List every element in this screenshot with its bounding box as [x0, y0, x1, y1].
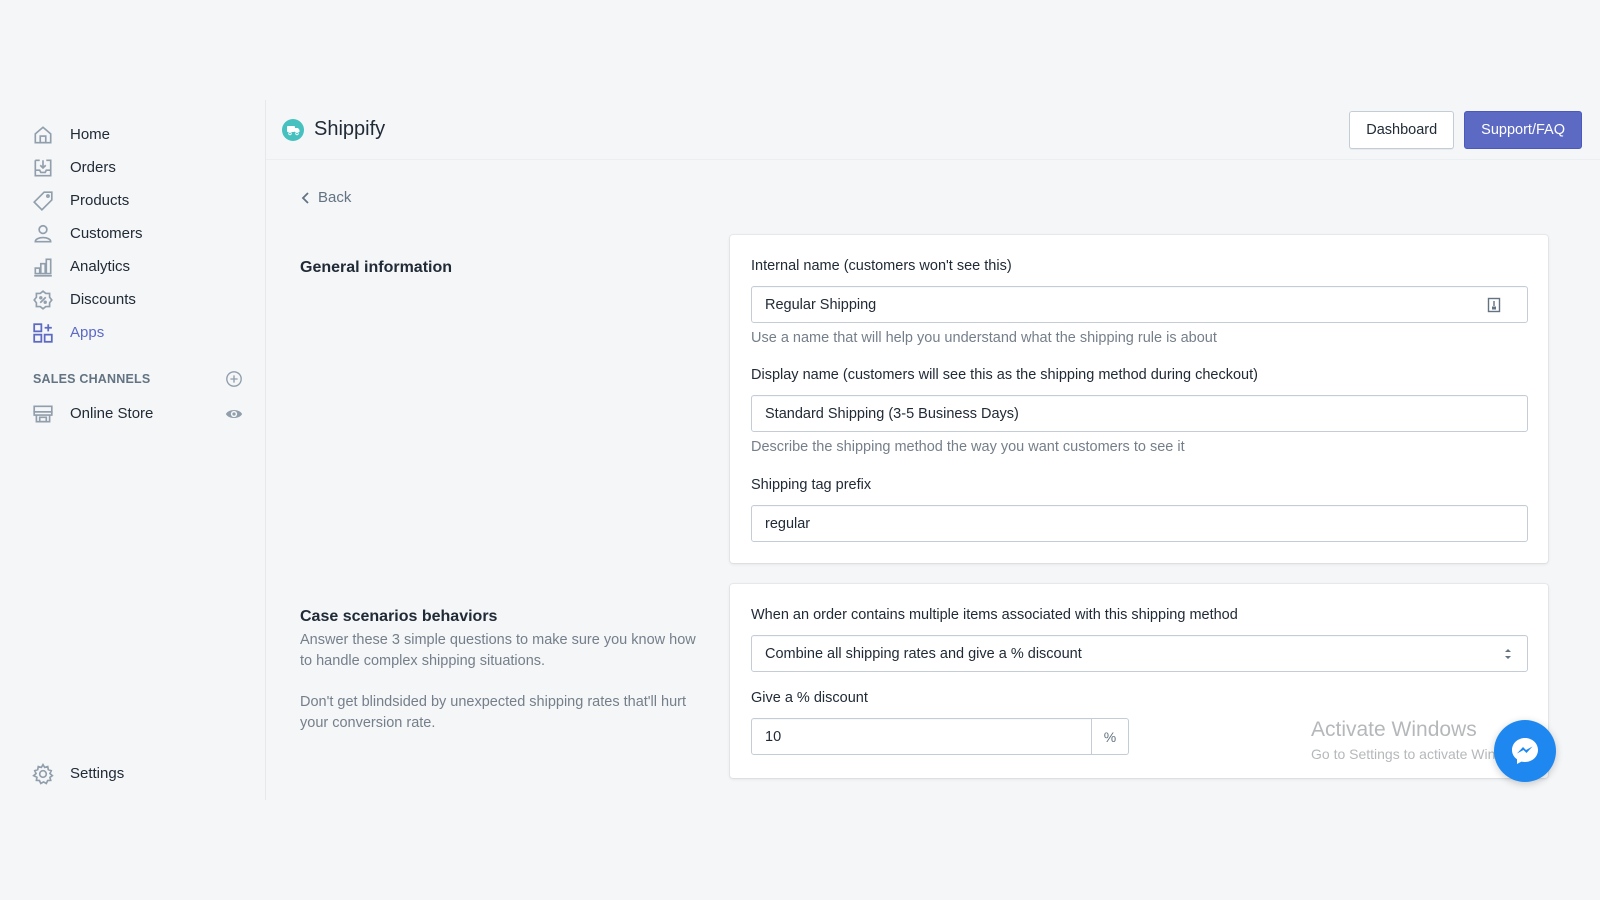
display-name-label: Display name (customers will see this as…: [751, 367, 1258, 383]
multiple-items-label: When an order contains multiple items as…: [751, 607, 1238, 623]
case-scenarios-title: Case scenarios behaviors: [300, 608, 498, 625]
sidebar-item-label: Products: [70, 192, 130, 209]
sidebar-item-online-store[interactable]: Online Store: [0, 397, 153, 430]
password-manager-icon[interactable]: [1487, 297, 1501, 313]
sidebar-item-label: Apps: [70, 324, 105, 341]
sidebar-item-label: Discounts: [70, 291, 136, 308]
tag-prefix-value: regular: [765, 515, 811, 532]
sidebar-item-customers[interactable]: Customers: [0, 217, 265, 250]
internal-name-help: Use a name that will help you understand…: [751, 330, 1217, 346]
online-store-row: Online Store: [0, 397, 265, 430]
sales-channels-title: SALES CHANNELS: [33, 372, 151, 386]
sidebar-item-label: Customers: [70, 225, 143, 242]
display-name-input[interactable]: Standard Shipping (3-5 Business Days): [751, 395, 1528, 432]
header-actions: Dashboard Support/FAQ: [1349, 111, 1582, 149]
discount-input-group: 10 %: [751, 718, 1129, 755]
shippify-logo-icon: [282, 118, 304, 141]
select-arrows-icon: [1505, 649, 1511, 659]
sidebar-item-analytics[interactable]: Analytics: [0, 250, 265, 283]
discount-input[interactable]: 10: [751, 718, 1092, 755]
sidebar-item-discounts[interactable]: Discounts: [0, 283, 265, 316]
display-name-help: Describe the shipping method the way you…: [751, 439, 1185, 455]
home-icon: [32, 124, 54, 146]
dashboard-button[interactable]: Dashboard: [1349, 111, 1455, 149]
sidebar-item-label: Online Store: [70, 405, 154, 422]
messenger-icon: [1512, 738, 1538, 764]
percent-suffix: %: [1092, 718, 1129, 755]
add-sales-channel-icon[interactable]: [225, 370, 243, 388]
customer-icon: [32, 223, 54, 245]
sidebar-item-label: Orders: [70, 159, 116, 176]
discount-label: Give a % discount: [751, 690, 868, 706]
display-name-value: Standard Shipping (3-5 Business Days): [765, 405, 1019, 422]
apps-icon: [32, 322, 54, 344]
sidebar-item-label: Settings: [70, 765, 125, 782]
view-store-eye-icon[interactable]: [225, 405, 243, 423]
discount-icon: [32, 289, 54, 311]
tag-icon: [32, 190, 54, 212]
chevron-left-icon: [301, 191, 309, 204]
sidebar-item-orders[interactable]: Orders: [0, 151, 265, 184]
internal-name-input[interactable]: Regular Shipping: [751, 286, 1528, 323]
sidebar-item-products[interactable]: Products: [0, 184, 265, 217]
app-title: Shippify: [314, 118, 386, 140]
analytics-icon: [32, 256, 54, 278]
tag-prefix-label: Shipping tag prefix: [751, 477, 872, 493]
back-label: Back: [318, 189, 352, 206]
multiple-items-selected-value: Combine all shipping rates and give a % …: [765, 645, 1082, 662]
gear-icon: [32, 762, 54, 785]
sidebar-item-home[interactable]: Home: [0, 118, 265, 151]
general-information-title: General information: [300, 259, 453, 276]
general-information-card: Internal name (customers won't see this)…: [730, 235, 1548, 563]
multiple-items-select[interactable]: Combine all shipping rates and give a % …: [751, 635, 1528, 672]
sidebar-item-label: Home: [70, 126, 111, 143]
internal-name-value: Regular Shipping: [765, 296, 877, 313]
sidebar-item-apps[interactable]: Apps: [0, 316, 265, 349]
orders-icon: [32, 157, 54, 179]
settings-container: Settings: [0, 757, 124, 790]
case-scenarios-note: Don't get blindsided by unexpected shipp…: [300, 694, 687, 731]
app-header: Shippify Dashboard Support/FAQ: [266, 100, 1600, 160]
messenger-chat-button[interactable]: [1494, 720, 1556, 782]
sales-channels-header: SALES CHANNELS: [0, 367, 265, 391]
nav-list: Home Orders Products Customers Analytics: [0, 118, 265, 349]
case-scenarios-description: Answer these 3 simple questions to make …: [300, 632, 696, 669]
discount-value: 10: [765, 728, 782, 745]
support-faq-button[interactable]: Support/FAQ: [1464, 111, 1582, 149]
store-icon: [32, 403, 54, 425]
sidebar-item-settings[interactable]: Settings: [0, 757, 124, 790]
sidebar-item-label: Analytics: [70, 258, 131, 275]
sidebar: Home Orders Products Customers Analytics: [0, 100, 266, 800]
tag-prefix-input[interactable]: regular: [751, 505, 1528, 542]
back-link[interactable]: Back: [300, 189, 351, 206]
internal-name-label: Internal name (customers won't see this): [751, 258, 1012, 274]
